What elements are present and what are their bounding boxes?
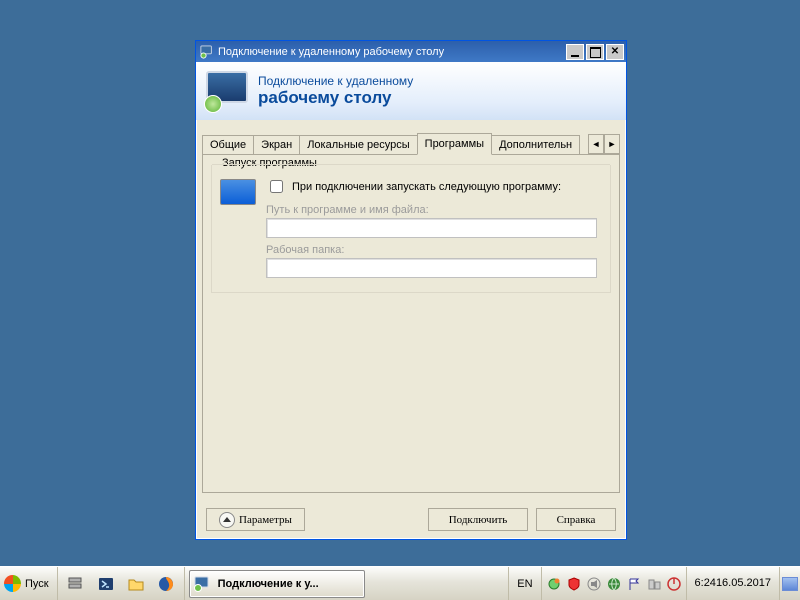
task-buttons: Подключение к у...: [185, 567, 509, 600]
banner-line1: Подключение к удаленному: [258, 74, 413, 88]
tab-scroll-right[interactable]: ►: [604, 134, 620, 154]
connect-button[interactable]: Подключить: [428, 508, 528, 531]
language-label: EN: [517, 578, 532, 590]
close-button[interactable]: ✕: [606, 44, 624, 60]
rdp-icon: [200, 45, 214, 59]
show-desktop-button[interactable]: [779, 567, 800, 600]
tray-audio-icon[interactable]: [586, 576, 602, 592]
language-indicator[interactable]: EN: [508, 567, 540, 600]
banner-line2: рабочему столу: [258, 88, 413, 108]
windows-orb-icon: [4, 575, 21, 592]
tray-flag-icon[interactable]: [626, 576, 642, 592]
maximize-button[interactable]: [586, 44, 604, 60]
system-tray: [541, 567, 686, 600]
taskbar: Пуск Подключение к у... EN: [0, 566, 800, 600]
clock-time: 6:24: [695, 577, 716, 590]
start-program-checkbox[interactable]: [270, 180, 283, 193]
tab-local-resources[interactable]: Локальные ресурсы: [299, 135, 417, 154]
minimize-button[interactable]: [566, 44, 584, 60]
tab-scroll-left[interactable]: ◄: [588, 134, 604, 154]
task-rdp[interactable]: Подключение к у...: [189, 570, 365, 598]
options-button-label: Параметры: [239, 514, 292, 526]
start-program-checkbox-label: При подключении запускать следующую прог…: [292, 181, 561, 193]
explorer-icon[interactable]: [122, 570, 150, 598]
window-title: Подключение к удаленному рабочему столу: [218, 46, 566, 58]
titlebar[interactable]: Подключение к удаленному рабочему столу …: [196, 41, 626, 62]
quick-launch: [58, 567, 185, 600]
tray-security-icon[interactable]: [566, 576, 582, 592]
tray-devices-icon[interactable]: [646, 576, 662, 592]
tab-display[interactable]: Экран: [253, 135, 300, 154]
banner: Подключение к удаленному рабочему столу: [196, 62, 626, 120]
window-controls: ✕: [566, 44, 624, 60]
server-manager-icon[interactable]: [62, 570, 90, 598]
powershell-icon[interactable]: [92, 570, 120, 598]
dialog-buttons: Параметры Подключить Справка: [196, 508, 626, 531]
start-button[interactable]: Пуск: [0, 567, 58, 600]
taskbar-clock[interactable]: 6:24 16.05.2017: [686, 567, 779, 600]
rdp-task-icon: [194, 576, 212, 592]
start-label: Пуск: [25, 578, 49, 590]
connect-button-label: Подключить: [449, 514, 508, 526]
program-path-input: [266, 218, 597, 238]
show-desktop-icon: [782, 577, 798, 591]
tab-advanced[interactable]: Дополнительн: [491, 135, 580, 154]
help-button[interactable]: Справка: [536, 508, 616, 531]
options-button[interactable]: Параметры: [206, 508, 305, 531]
collapse-icon: [219, 512, 235, 528]
tab-programs-panel: При подключении запускать следующую прог…: [202, 155, 620, 493]
tray-network-icon[interactable]: [606, 576, 622, 592]
banner-monitor-icon: [206, 71, 248, 111]
firefox-icon[interactable]: [152, 570, 180, 598]
start-program-checkbox-row[interactable]: При подключении запускать следующую прог…: [266, 177, 602, 196]
tab-programs[interactable]: Программы: [417, 133, 492, 155]
tray-action-center-icon[interactable]: [546, 576, 562, 592]
working-folder-label: Рабочая папка:: [266, 244, 602, 256]
task-rdp-label: Подключение к у...: [218, 578, 319, 590]
help-button-label: Справка: [557, 514, 596, 526]
tray-power-icon[interactable]: [666, 576, 682, 592]
start-program-group: При подключении запускать следующую прог…: [211, 165, 611, 293]
tab-general[interactable]: Общие: [202, 135, 254, 154]
tab-strip: Общие Экран Локальные ресурсы Программы …: [202, 132, 620, 155]
clock-date: 16.05.2017: [716, 577, 771, 590]
working-folder-input: [266, 258, 597, 278]
program-path-label: Путь к программе и имя файла:: [266, 204, 602, 216]
program-icon: [220, 179, 256, 207]
rdp-dialog-window: Подключение к удаленному рабочему столу …: [195, 40, 627, 540]
